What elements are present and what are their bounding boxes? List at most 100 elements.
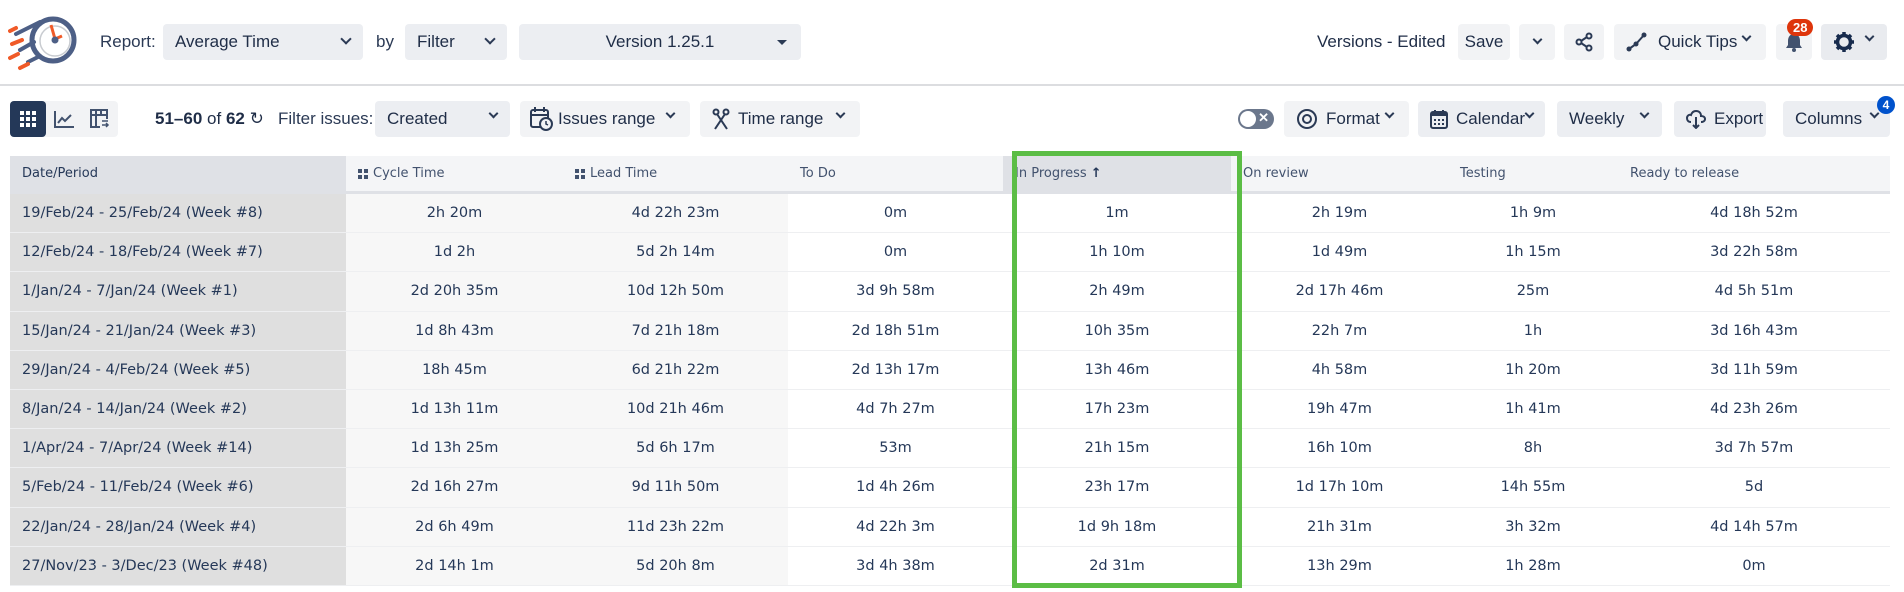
chevron-down-icon [1524, 108, 1535, 119]
pivot-table-icon [90, 109, 110, 129]
save-options-button[interactable] [1519, 24, 1555, 60]
time-cell: 1d 13h 25m [346, 429, 563, 468]
format-toggle[interactable]: ✕ [1238, 109, 1274, 129]
time-cell: 3d 11h 59m [1710, 361, 1798, 378]
chevron-down-icon [1864, 31, 1875, 42]
by-label: by [376, 32, 394, 51]
column-header-on-review[interactable]: On review [1231, 156, 1448, 191]
time-cell: 2d 31m [1089, 557, 1145, 574]
time-cell: 5d 2h 14m [563, 233, 788, 272]
toggle-off-icon: ✕ [1258, 110, 1269, 125]
export-label: Export [1714, 109, 1764, 128]
top-bar: Report: Average Time by Filter Version 1… [0, 0, 1904, 86]
time-cell: 22h 7m [1311, 322, 1368, 339]
chevron-down-icon [1384, 108, 1395, 119]
save-button[interactable]: Save [1458, 24, 1510, 60]
format-button[interactable]: Format [1284, 101, 1409, 137]
time-range-button[interactable]: Time range [700, 101, 860, 137]
drag-handle-icon[interactable] [575, 168, 586, 179]
drag-handle-icon[interactable] [358, 168, 369, 179]
pivot-view-button[interactable] [82, 101, 118, 137]
export-button[interactable]: Export [1674, 101, 1766, 137]
calendar-icon [1430, 110, 1448, 129]
time-cell: 2h 19m [1311, 205, 1368, 222]
time-cell: 3d 7h 57m [1714, 440, 1794, 457]
time-cell: 1d 17h 10m [1295, 479, 1384, 496]
time-cell: 9d 11h 50m [563, 468, 788, 507]
time-cell: 3d 22h 58m [1710, 244, 1798, 261]
version-select[interactable]: Version 1.25.1 [519, 24, 801, 60]
app-logo-stopwatch-icon [8, 16, 77, 70]
columns-button[interactable]: Columns [1783, 101, 1890, 137]
time-cell: 13h 29m [1307, 557, 1372, 574]
time-cell: 23h 17m [1084, 479, 1150, 496]
time-cell: 4d 5h 51m [1714, 283, 1794, 300]
grid-icon [20, 111, 36, 127]
view-switcher [10, 101, 118, 137]
column-header-label: To Do [800, 166, 836, 181]
table-header-row: Date/Period Cycle Time Lead Time To Do In Pr… [10, 156, 1890, 194]
chevron-down-icon [340, 33, 352, 45]
time-cell: 11d 23h 22m [563, 507, 788, 546]
time-cell: 1d 49m [1311, 244, 1368, 261]
line-chart-icon [54, 111, 74, 128]
column-header-label: Lead Time [590, 166, 658, 181]
time-cell: 1h [1523, 322, 1543, 339]
column-header-cycle-time[interactable]: Cycle Time [346, 156, 563, 191]
column-header-testing[interactable]: Testing [1448, 156, 1618, 191]
table-row: 8/Jan/24 - 14/Jan/24 (Week #2) 1d 13h 11m… [10, 389, 1890, 430]
time-cell: 21h 15m [1084, 440, 1150, 457]
table-body: 19/Feb/24 - 25/Feb/24 (Week #8) 2h 20m 4d … [10, 194, 1890, 586]
table-row: 15/Jan/24 - 21/Jan/24 (Week #3) 1d 8h 43m… [10, 311, 1890, 351]
chart-view-button[interactable] [46, 101, 82, 137]
calendar-clock-icon [530, 107, 553, 131]
time-cell: 1h 41m [1505, 401, 1561, 418]
share-button[interactable] [1564, 24, 1604, 60]
period-cell: 29/Jan/24 - 4/Feb/24 (Week #5) [10, 350, 346, 389]
group-by-select[interactable]: Filter [405, 24, 507, 60]
time-cell: 17h 23m [1084, 401, 1150, 418]
issues-range-button[interactable]: Issues range [520, 101, 690, 137]
period-cell: 27/Nov/23 - 3/Dec/23 (Week #48) [10, 546, 346, 585]
filter-issues-label: Filter issues: [278, 109, 374, 128]
chevron-down-icon [665, 108, 676, 119]
refresh-icon[interactable]: ↻ [250, 109, 264, 128]
time-cell: 14h 55m [1500, 479, 1566, 496]
time-cell: 5d [1744, 479, 1764, 496]
report-label: Report: [100, 32, 156, 51]
range-start-end: 51–60 [155, 109, 203, 128]
calendar-button[interactable]: Calendar [1418, 101, 1545, 137]
period-value: Weekly [1569, 109, 1625, 128]
column-header-lead-time[interactable]: Lead Time [563, 156, 788, 191]
table-row: 19/Feb/24 - 25/Feb/24 (Week #8) 2h 20m 4d … [10, 194, 1890, 234]
column-header-date-period[interactable]: Date/Period [10, 156, 346, 191]
time-cell: 10d 21h 46m [563, 389, 788, 429]
time-cell: 1h 10m [1089, 244, 1145, 261]
table-row: 22/Jan/24 - 28/Jan/24 (Week #4) 2d 6h 49m… [10, 507, 1890, 547]
time-cell: 2h 49m [1089, 283, 1145, 300]
period-cell: 19/Feb/24 - 25/Feb/24 (Week #8) [10, 194, 346, 233]
time-cell: 2d 16h 27m [346, 468, 563, 507]
time-cell: 10d 12h 50m [563, 272, 788, 311]
period-select[interactable]: Weekly [1557, 101, 1662, 137]
time-cell: 2d 6h 49m [346, 507, 563, 546]
column-header-to-do[interactable]: To Do [788, 156, 1003, 191]
time-cell: 21h 31m [1307, 518, 1372, 535]
chevron-down-icon [1741, 31, 1752, 42]
time-cell: 1h 28m [1505, 557, 1561, 574]
filter-field-select[interactable]: Created [375, 101, 510, 137]
sort-ascending-icon[interactable]: ↑ [1091, 166, 1102, 181]
quick-tips-button[interactable]: Quick Tips [1614, 24, 1766, 60]
time-cell: 4d 22h 3m [856, 518, 935, 535]
column-header-label: Cycle Time [373, 166, 445, 181]
settings-button[interactable] [1821, 24, 1887, 60]
column-header-ready-to-release[interactable]: Ready to release [1618, 156, 1890, 191]
chevron-down-icon [1532, 34, 1542, 45]
report-type-select[interactable]: Average Time [163, 24, 363, 60]
quick-tips-label: Quick Tips [1658, 32, 1738, 51]
grid-view-button[interactable] [10, 101, 46, 137]
time-cell: 1d 2h [346, 233, 563, 272]
column-header-in-progress[interactable]: In Progress ↑ [1003, 156, 1231, 191]
share-icon [1575, 32, 1593, 52]
chevron-down-icon [484, 33, 496, 45]
